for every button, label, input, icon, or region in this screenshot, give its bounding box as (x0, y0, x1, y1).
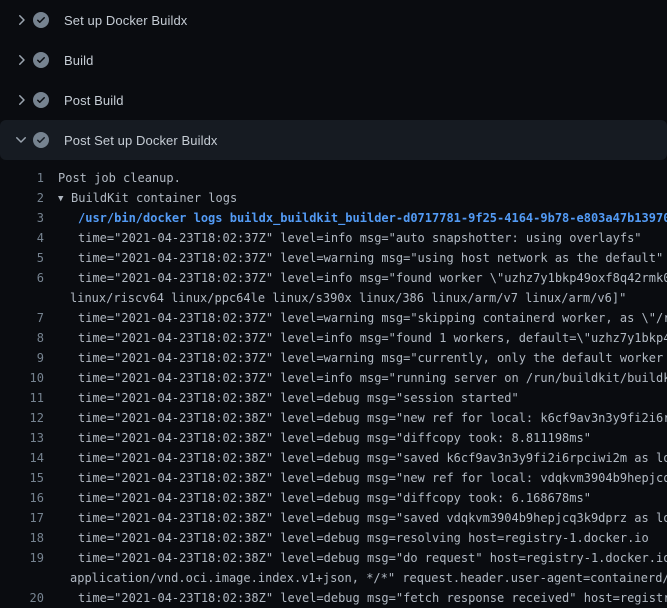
line-number (0, 288, 44, 308)
group-title[interactable]: BuildKit container logs (71, 191, 237, 205)
command-text: /usr/bin/docker logs buildx_buildkit_bui… (78, 208, 667, 228)
log-text: time="2021-04-23T18:02:38Z" level=debug … (78, 468, 667, 488)
log-row: 1 Post job cleanup. (0, 168, 667, 188)
log-row: 3 /usr/bin/docker logs buildx_buildkit_b… (0, 208, 667, 228)
log-row: 11 time="2021-04-23T18:02:38Z" level=deb… (0, 388, 667, 408)
log-row: 12 time="2021-04-23T18:02:38Z" level=deb… (0, 408, 667, 428)
log-text: time="2021-04-23T18:02:38Z" level=debug … (78, 428, 591, 448)
log-text: time="2021-04-23T18:02:38Z" level=debug … (78, 508, 667, 528)
step-row-post-set-up-docker-buildx[interactable]: Post Set up Docker Buildx (0, 120, 667, 160)
line-number[interactable]: 9 (0, 348, 44, 368)
check-circle-icon (33, 92, 49, 108)
log-row: 20 time="2021-04-23T18:02:38Z" level=deb… (0, 588, 667, 608)
step-row-post-build[interactable]: Post Build (0, 80, 667, 120)
log-text: time="2021-04-23T18:02:37Z" level=warnin… (78, 248, 663, 268)
log-row: 8 time="2021-04-23T18:02:37Z" level=info… (0, 328, 667, 348)
step-label: Build (64, 53, 93, 68)
line-number[interactable]: 13 (0, 428, 44, 448)
line-number[interactable]: 11 (0, 388, 44, 408)
line-number[interactable]: 14 (0, 448, 44, 468)
log-row: 9 time="2021-04-23T18:02:37Z" level=warn… (0, 348, 667, 368)
line-number[interactable]: 16 (0, 488, 44, 508)
check-circle-icon (33, 12, 49, 28)
log-row: 15 time="2021-04-23T18:02:38Z" level=deb… (0, 468, 667, 488)
line-number[interactable]: 17 (0, 508, 44, 528)
log-text: time="2021-04-23T18:02:38Z" level=debug … (78, 488, 591, 508)
log-row: 13 time="2021-04-23T18:02:38Z" level=deb… (0, 428, 667, 448)
chevron-right-icon[interactable] (13, 12, 29, 28)
step-row-set-up-docker-buildx[interactable]: Set up Docker Buildx (0, 0, 667, 40)
log-row: 6 time="2021-04-23T18:02:37Z" level=info… (0, 268, 667, 288)
log-row: 16 time="2021-04-23T18:02:38Z" level=deb… (0, 488, 667, 508)
line-number[interactable]: 12 (0, 408, 44, 428)
line-number[interactable]: 8 (0, 328, 44, 348)
chevron-right-icon[interactable] (13, 52, 29, 68)
log-text: time="2021-04-23T18:02:38Z" level=debug … (78, 528, 649, 548)
log-text: time="2021-04-23T18:02:37Z" level=warnin… (78, 308, 667, 328)
line-number[interactable]: 6 (0, 268, 44, 288)
log-text: time="2021-04-23T18:02:38Z" level=debug … (78, 548, 667, 568)
log-row: 14 time="2021-04-23T18:02:38Z" level=deb… (0, 448, 667, 468)
log-text: time="2021-04-23T18:02:38Z" level=debug … (78, 448, 667, 468)
line-number[interactable]: 1 (0, 168, 44, 188)
log-text: linux/riscv64 linux/ppc64le linux/s390x … (70, 288, 626, 308)
line-number[interactable]: 18 (0, 528, 44, 548)
log-text: time="2021-04-23T18:02:38Z" level=debug … (78, 388, 519, 408)
line-number[interactable]: 3 (0, 208, 44, 228)
log-text: time="2021-04-23T18:02:37Z" level=info m… (78, 228, 642, 248)
group-toggle-icon[interactable]: ▼ (58, 189, 71, 209)
log-row: 17 time="2021-04-23T18:02:38Z" level=deb… (0, 508, 667, 528)
log-text: time="2021-04-23T18:02:37Z" level=info m… (78, 268, 667, 288)
log-text: time="2021-04-23T18:02:38Z" level=debug … (78, 588, 667, 608)
line-number[interactable]: 4 (0, 228, 44, 248)
line-number[interactable]: 7 (0, 308, 44, 328)
log-row: linux/riscv64 linux/ppc64le linux/s390x … (0, 288, 667, 308)
check-circle-icon (33, 132, 49, 148)
log-row: 10 time="2021-04-23T18:02:37Z" level=inf… (0, 368, 667, 388)
line-number (0, 568, 44, 588)
log-row: 18 time="2021-04-23T18:02:38Z" level=deb… (0, 528, 667, 548)
step-label: Post Set up Docker Buildx (64, 133, 218, 148)
line-number[interactable]: 10 (0, 368, 44, 388)
line-number[interactable]: 20 (0, 588, 44, 608)
log-row: 19 time="2021-04-23T18:02:38Z" level=deb… (0, 548, 667, 568)
log-text: time="2021-04-23T18:02:38Z" level=debug … (78, 408, 667, 428)
step-label: Set up Docker Buildx (64, 13, 187, 28)
check-circle-icon (33, 52, 49, 68)
log-text: time="2021-04-23T18:02:37Z" level=info m… (78, 328, 667, 348)
log-text: Post job cleanup. (58, 168, 181, 188)
log-text: application/vnd.oci.image.index.v1+json,… (70, 568, 667, 588)
line-number[interactable]: 15 (0, 468, 44, 488)
log-text: ▼BuildKit container logs (58, 188, 237, 208)
line-number[interactable]: 5 (0, 248, 44, 268)
chevron-right-icon[interactable] (13, 92, 29, 108)
log-text: time="2021-04-23T18:02:37Z" level=warnin… (78, 348, 667, 368)
log-row: 5 time="2021-04-23T18:02:37Z" level=warn… (0, 248, 667, 268)
line-number[interactable]: 2 (0, 188, 44, 208)
log-text: time="2021-04-23T18:02:37Z" level=info m… (78, 368, 667, 388)
log-row: application/vnd.oci.image.index.v1+json,… (0, 568, 667, 588)
log-area: 1 Post job cleanup. 2 ▼BuildKit containe… (0, 160, 667, 608)
step-row-build[interactable]: Build (0, 40, 667, 80)
steps-list: Set up Docker Buildx Build Post Build Po… (0, 0, 667, 160)
step-label: Post Build (64, 93, 124, 108)
log-row: 2 ▼BuildKit container logs (0, 188, 667, 208)
log-row: 4 time="2021-04-23T18:02:37Z" level=info… (0, 228, 667, 248)
chevron-down-icon[interactable] (13, 132, 29, 148)
log-row: 7 time="2021-04-23T18:02:37Z" level=warn… (0, 308, 667, 328)
line-number[interactable]: 19 (0, 548, 44, 568)
